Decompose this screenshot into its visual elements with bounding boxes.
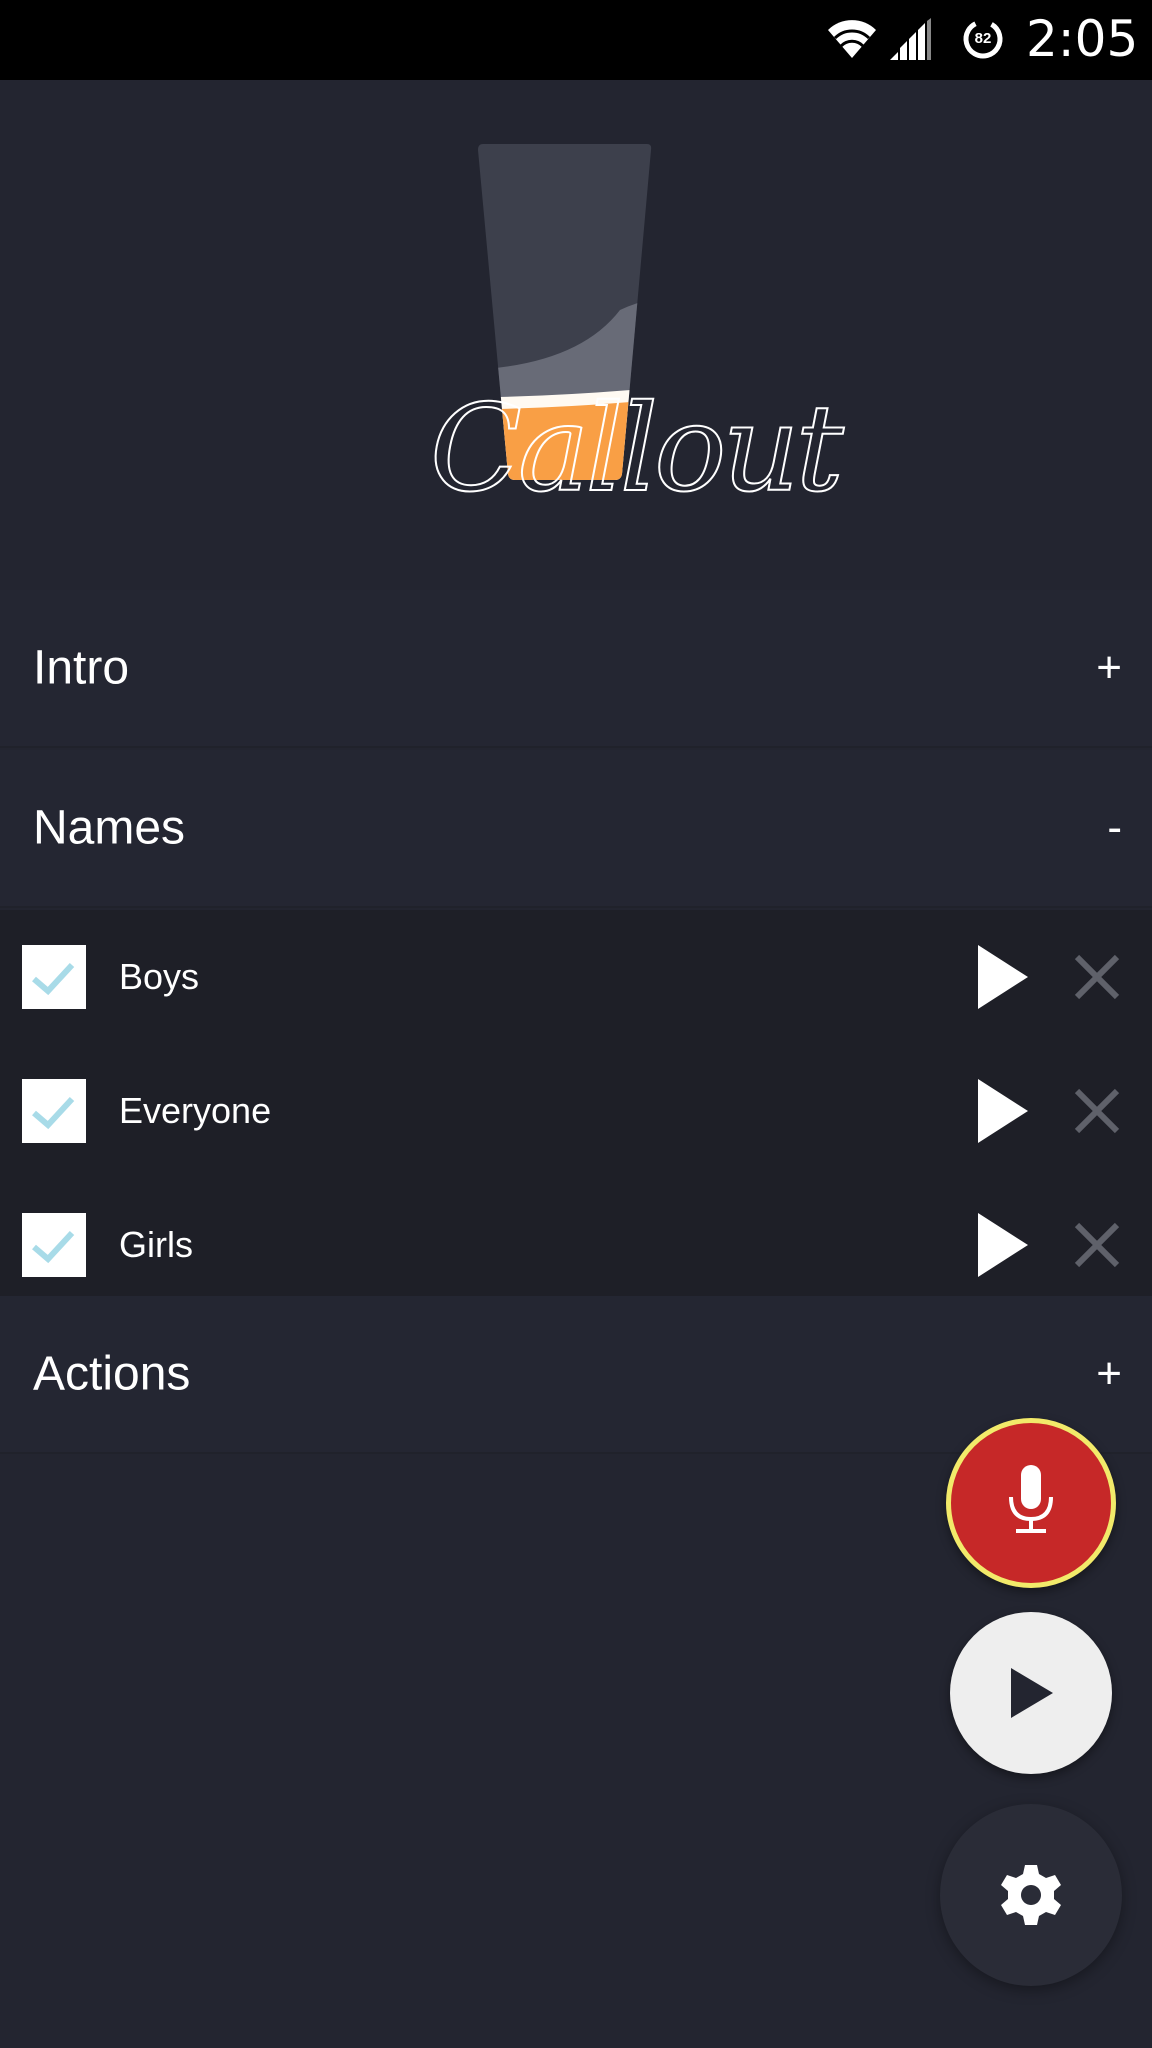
cell-signal-icon: [890, 18, 931, 60]
names-list: Boys Everyone Girls: [0, 910, 1152, 1296]
play-all-button[interactable]: [950, 1612, 1112, 1774]
section-intro[interactable]: Intro +: [0, 590, 1152, 748]
section-title: Intro: [33, 641, 130, 695]
section-title: Actions: [33, 1347, 191, 1401]
name-label: Boys: [119, 956, 200, 997]
expand-button[interactable]: +: [1096, 643, 1122, 693]
wifi-icon: [828, 20, 876, 58]
close-icon[interactable]: [1074, 1222, 1120, 1268]
settings-button[interactable]: [940, 1804, 1122, 1986]
close-icon[interactable]: [1074, 954, 1120, 1000]
play-icon[interactable]: [978, 945, 1028, 1009]
app-title: Callout: [429, 379, 845, 520]
checkbox[interactable]: [22, 1079, 86, 1143]
record-button[interactable]: [946, 1418, 1116, 1588]
clock: 2:05: [1026, 10, 1139, 68]
check-icon: [32, 1230, 75, 1264]
gear-icon: [1001, 1865, 1061, 1925]
check-icon: [32, 1096, 75, 1130]
list-item: Girls: [0, 1178, 1152, 1312]
checkbox[interactable]: [22, 1213, 86, 1277]
play-icon[interactable]: [978, 1213, 1028, 1277]
check-icon: [32, 962, 75, 996]
battery-level: 82: [974, 30, 992, 47]
list-item: Boys: [0, 910, 1152, 1044]
close-icon[interactable]: [1074, 1088, 1120, 1134]
status-bar: 82 2:05: [0, 0, 1152, 80]
collapse-button[interactable]: -: [1107, 803, 1122, 853]
checkbox[interactable]: [22, 945, 86, 1009]
section-title: Names: [33, 801, 186, 855]
expand-button[interactable]: +: [1096, 1349, 1122, 1399]
microphone-icon: [1009, 1465, 1053, 1533]
section-actions[interactable]: Actions +: [0, 1296, 1152, 1454]
play-icon[interactable]: [978, 1079, 1028, 1143]
name-label: Everyone: [119, 1090, 272, 1131]
section-names[interactable]: Names -: [0, 750, 1152, 908]
play-icon: [1011, 1668, 1053, 1718]
name-label: Girls: [119, 1224, 193, 1265]
list-item: Everyone: [0, 1044, 1152, 1178]
